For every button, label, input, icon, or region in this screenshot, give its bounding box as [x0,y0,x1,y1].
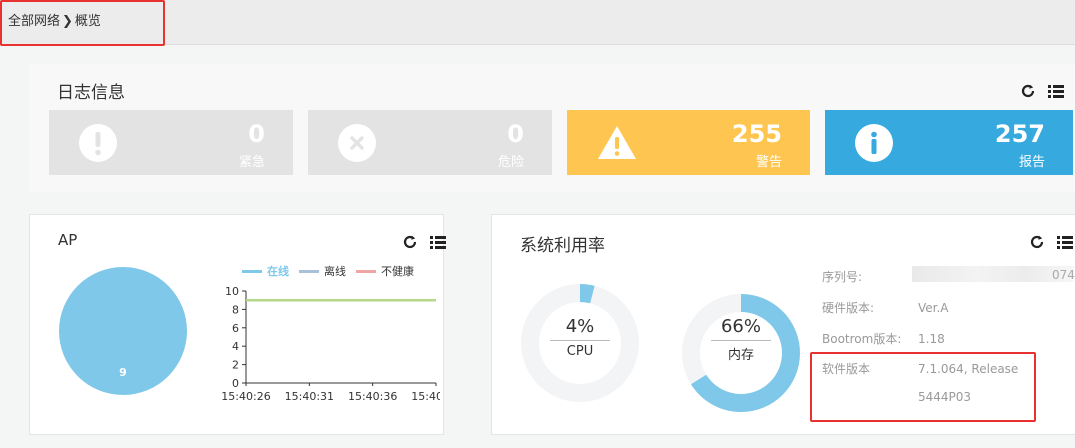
cpu-name: CPU [566,344,594,359]
info-key: Bootrom版本: [822,332,902,346]
info-software-line2: 5444P03 [822,390,971,404]
y-tick-label: 0 [232,377,239,390]
y-tick-label: 10 [225,285,239,298]
legend-label: 不健康 [381,265,414,278]
log-card-report[interactable]: 257 报告 [825,110,1073,175]
ap-pie-chart: 9 [59,267,187,395]
x-tick-label: 15:40:31 [285,390,334,403]
info-hardware: 硬件版本: Ver.A [822,299,949,316]
y-tick-label: 4 [232,340,239,353]
y-tick-label: 2 [232,359,239,372]
legend-swatch [242,269,262,273]
legend-item-offline[interactable]: 离线 [299,263,346,279]
log-card-danger[interactable]: 0 危险 [308,110,552,175]
ap-legend: 在线 离线 不健康 [242,263,424,279]
memory-label: 66% 内存 [711,316,771,363]
list-icon[interactable] [1056,233,1074,251]
breadcrumb: 全部网络 ❯ 概览 [8,10,101,29]
list-icon[interactable] [429,233,447,251]
info-software: 软件版本 7.1.064, Release [822,360,1018,377]
system-panel-title: 系统利用率 [520,236,605,256]
serial-redacted [912,266,1074,282]
refresh-icon[interactable] [401,233,419,251]
info-bootrom: Bootrom版本: 1.18 [822,330,945,347]
info-key: 软件版本 [822,362,871,376]
log-count: 0 [507,120,524,148]
log-label: 报告 [1018,155,1045,170]
log-label: 警告 [755,155,782,170]
cpu-label: 4% CPU [550,316,610,359]
breadcrumb-separator: ❯ [62,14,73,29]
x-tick-label: 15:40:26 [221,390,270,403]
exclamation-icon [79,124,117,162]
y-tick-label: 6 [232,322,239,335]
refresh-icon[interactable] [1019,82,1037,100]
info-value: 5444P03 [918,390,972,404]
memory-percent: 66% [720,316,761,337]
info-value: 1.18 [918,332,945,346]
refresh-icon[interactable] [1028,233,1046,251]
close-icon [338,124,376,162]
log-count: 257 [994,120,1045,148]
ap-panel-title: AP [58,231,78,249]
pie-value-label: 9 [119,366,127,379]
log-count: 0 [248,120,265,148]
legend-swatch [299,269,319,273]
legend-item-unhealthy[interactable]: 不健康 [356,263,414,279]
log-panel: 日志信息 0 紧急 0 危险 255 警告 257 报告 [29,64,1075,192]
info-value: 7.1.064, Release [918,362,1019,376]
info-icon [855,124,893,162]
ap-panel: AP 9 在线 离线 不健康 0 2 4 6 8 10 15:40:26 15:40:31 15… [29,214,447,435]
info-key: 硬件版本: [822,301,875,315]
x-tick-label: 15:40:41 [411,390,440,403]
breadcrumb-root[interactable]: 全部网络 [8,14,60,29]
serial-value-tail: 074 [1052,268,1075,282]
log-label: 危险 [497,155,524,170]
log-label: 紧急 [238,155,265,170]
breadcrumb-current: 概览 [74,14,101,29]
log-card-emergency[interactable]: 0 紧急 [49,110,293,175]
info-value: Ver.A [918,301,949,315]
ap-line-chart: 0 2 4 6 8 10 15:40:26 15:40:31 15:40:36 15:40:41 [221,285,440,403]
system-panel: 系统利用率 4% CPU 66% 内存 序列号: 074 硬件版本: Ver.A … [491,214,1075,435]
legend-label: 在线 [267,265,289,278]
cpu-percent: 4% [565,316,595,337]
info-serial: 序列号: [822,268,918,285]
info-key: 序列号: [822,270,863,284]
legend-label: 离线 [324,265,346,278]
cpu-divider [550,340,610,341]
system-panel-tools [1028,233,1074,251]
top-bar: 全部网络 ❯ 概览 [0,0,1075,45]
warning-icon [597,124,636,162]
ap-panel-tools [401,233,447,251]
log-panel-title: 日志信息 [57,83,125,103]
list-icon[interactable] [1047,82,1065,100]
legend-swatch [356,269,376,273]
log-count: 255 [731,120,782,148]
legend-item-online[interactable]: 在线 [242,263,289,279]
memory-name: 内存 [727,348,754,363]
x-tick-label: 15:40:36 [348,390,397,403]
memory-divider [711,340,771,341]
log-panel-tools [1019,82,1065,100]
log-card-warning[interactable]: 255 警告 [567,110,810,175]
y-tick-label: 8 [232,303,239,316]
